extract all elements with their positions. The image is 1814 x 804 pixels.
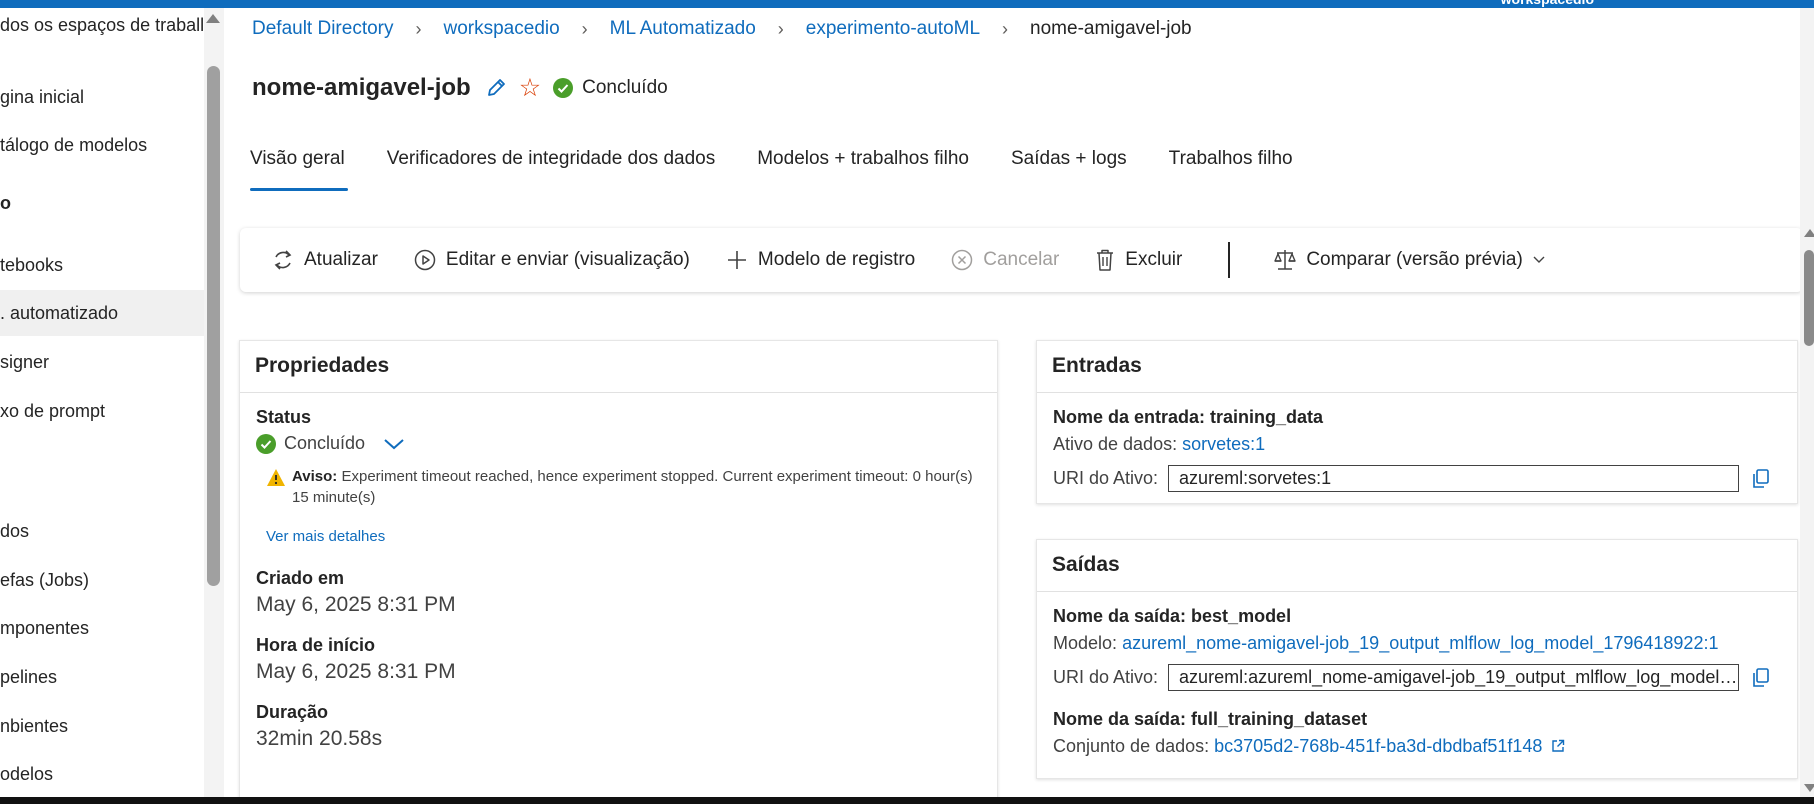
output-name-full-training-dataset: Nome da saída: full_training_dataset bbox=[1053, 709, 1368, 729]
chevron-right-icon: › bbox=[415, 18, 422, 39]
start-time-label: Hora de início bbox=[256, 635, 376, 655]
topbar-workspace-name: workspacedio bbox=[1501, 0, 1594, 7]
chevron-right-icon: › bbox=[1002, 18, 1009, 39]
created-value: May 6, 2025 8:31 PM bbox=[256, 593, 456, 616]
model-row: Modelo: azureml_nome-amigavel-job_19_out… bbox=[1053, 633, 1719, 653]
outputs-card: Saídas Nome da saída: best_model Modelo:… bbox=[1036, 539, 1798, 779]
sidebar-item-jobs[interactable]: efas (Jobs) bbox=[0, 557, 204, 603]
duration-value: 32min 20.58s bbox=[256, 727, 383, 750]
status-label: Status bbox=[256, 407, 312, 427]
copy-icon[interactable] bbox=[1752, 468, 1770, 489]
compare-button[interactable]: Comparar (versão prévia) bbox=[1274, 248, 1554, 272]
inputs-header: Entradas bbox=[1037, 341, 1797, 393]
main-content: Default Directory › workspacedio › ML Au… bbox=[224, 8, 1803, 804]
breadcrumb-experiment[interactable]: experimento-autoML bbox=[806, 18, 980, 40]
sidebar-section-authoring: o bbox=[0, 193, 11, 213]
breadcrumb-workspace[interactable]: workspacedio bbox=[444, 18, 560, 40]
properties-header: Propriedades bbox=[240, 341, 997, 393]
play-icon bbox=[414, 249, 436, 271]
warning-icon bbox=[267, 469, 285, 486]
data-asset-row: Ativo de dados: sorvetes:1 bbox=[1053, 434, 1266, 454]
cancel-button[interactable]: Cancelar bbox=[951, 249, 1059, 271]
data-asset-link[interactable]: sorvetes:1 bbox=[1182, 434, 1265, 454]
input-uri-field[interactable]: azureml:sorvetes:1 bbox=[1168, 465, 1740, 492]
duration-label: Duração bbox=[256, 702, 329, 722]
sidebar-item-prompt-flow[interactable]: xo de prompt bbox=[0, 388, 204, 434]
output-name-best-model: Nome da saída: best_model bbox=[1053, 606, 1292, 626]
edit-icon[interactable] bbox=[485, 77, 507, 99]
bottom-edge bbox=[0, 797, 1814, 804]
sidebar-item-all-workspaces[interactable]: dos os espaços de traball bbox=[0, 8, 204, 44]
input-name: Nome da entrada: training_data bbox=[1053, 407, 1324, 427]
breadcrumb-default-directory[interactable]: Default Directory bbox=[252, 18, 394, 40]
top-bar: workspacedio bbox=[0, 0, 1814, 8]
breadcrumb-current: nome-amigavel-job bbox=[1030, 18, 1192, 39]
breadcrumb: Default Directory › workspacedio › ML Au… bbox=[252, 18, 1192, 40]
chevron-down-icon[interactable] bbox=[383, 437, 405, 451]
sidebar-item-notebooks[interactable]: tebooks bbox=[0, 242, 204, 288]
title-row: nome-amigavel-job ☆ Concluído bbox=[252, 74, 668, 102]
see-more-details-link[interactable]: Ver mais detalhes bbox=[266, 528, 385, 545]
sidebar-item-designer[interactable]: signer bbox=[0, 339, 204, 385]
sidebar-item-home[interactable]: gina inicial bbox=[0, 74, 204, 120]
cancel-icon bbox=[952, 249, 973, 271]
tab-list: Visão geral Verificadores de integridade… bbox=[250, 148, 1335, 198]
sidebar-item-models[interactable]: odelos bbox=[0, 751, 204, 797]
created-label: Criado em bbox=[256, 568, 345, 588]
model-link[interactable]: azureml_nome-amigavel-job_19_output_mlfl… bbox=[1122, 633, 1718, 653]
chevron-right-icon: › bbox=[581, 18, 588, 39]
tab-overview[interactable]: Visão geral bbox=[250, 148, 348, 198]
sidebar-item-automated-ml[interactable]: . automatizado bbox=[0, 290, 204, 336]
main-scroll-down-icon[interactable] bbox=[1804, 784, 1814, 792]
check-icon bbox=[553, 78, 574, 98]
main-scrollbar[interactable] bbox=[1800, 8, 1814, 798]
dataset-link[interactable]: bc3705d2-768b-451f-ba3d-dbdbaf51f148 bbox=[1214, 736, 1542, 756]
page-title: nome-amigavel-job bbox=[252, 74, 471, 101]
register-model-button[interactable]: Modelo de registro bbox=[726, 249, 915, 271]
output-uri-row: URI do Ativo: azureml:azureml_nome-amiga… bbox=[1053, 664, 1781, 691]
sidebar: dos os espaços de traball gina inicial t… bbox=[0, 8, 204, 798]
sidebar-scroll-up-icon[interactable] bbox=[206, 14, 220, 23]
dataset-row: Conjunto de dados: bc3705d2-768b-451f-ba… bbox=[1053, 736, 1781, 757]
properties-card: Propriedades Status Concluído Aviso: Exp… bbox=[239, 340, 998, 804]
sidebar-item-data[interactable]: dos bbox=[0, 508, 204, 554]
warning-message: Aviso: Experiment timeout reached, hence… bbox=[266, 466, 981, 508]
tab-data-guardrails[interactable]: Verificadores de integridade dos dados bbox=[387, 148, 716, 198]
copy-icon[interactable] bbox=[1752, 667, 1770, 688]
refresh-button[interactable]: Atualizar bbox=[272, 248, 378, 272]
start-time-value: May 6, 2025 8:31 PM bbox=[256, 660, 456, 683]
delete-button[interactable]: Excluir bbox=[1095, 248, 1182, 272]
toolbar-divider bbox=[1228, 242, 1231, 278]
sidebar-item-pipelines[interactable]: pelines bbox=[0, 654, 204, 700]
output-uri-field[interactable]: azureml:azureml_nome-amigavel-job_19_out… bbox=[1168, 664, 1740, 691]
status-value: Concluído bbox=[284, 433, 366, 453]
check-icon bbox=[256, 433, 276, 454]
chevron-right-icon: › bbox=[777, 18, 784, 39]
tab-models-child-jobs[interactable]: Modelos + trabalhos filho bbox=[757, 148, 969, 198]
status-label: Concluído bbox=[582, 77, 668, 98]
edit-submit-button[interactable]: Editar e enviar (visualização) bbox=[414, 249, 690, 271]
external-link-icon[interactable] bbox=[1551, 739, 1565, 753]
breadcrumb-automated-ml[interactable]: ML Automatizado bbox=[610, 18, 756, 40]
main-scroll-up-icon[interactable] bbox=[1804, 229, 1814, 237]
refresh-icon bbox=[274, 250, 292, 270]
compare-icon bbox=[1274, 250, 1297, 270]
plus-icon bbox=[727, 251, 746, 269]
chevron-down-icon bbox=[1533, 256, 1545, 263]
outputs-header: Saídas bbox=[1037, 540, 1797, 592]
command-toolbar: Atualizar Editar e enviar (visualização)… bbox=[240, 228, 1803, 292]
inputs-card: Entradas Nome da entrada: training_data … bbox=[1036, 340, 1798, 504]
status-row: Concluído bbox=[256, 433, 981, 454]
sidebar-item-components[interactable]: mponentes bbox=[0, 605, 204, 651]
sidebar-item-environments[interactable]: nbientes bbox=[0, 703, 204, 749]
input-uri-row: URI do Ativo: azureml:sorvetes:1 bbox=[1053, 465, 1781, 492]
star-icon[interactable]: ☆ bbox=[519, 76, 541, 101]
main-scroll-thumb[interactable] bbox=[1804, 250, 1814, 346]
tab-outputs-logs[interactable]: Saídas + logs bbox=[1011, 148, 1127, 198]
tab-child-jobs[interactable]: Trabalhos filho bbox=[1169, 148, 1293, 198]
sidebar-scroll-thumb[interactable] bbox=[207, 66, 220, 586]
sidebar-item-model-catalog[interactable]: tálogo de modelos bbox=[0, 122, 204, 168]
trash-icon bbox=[1097, 249, 1114, 271]
